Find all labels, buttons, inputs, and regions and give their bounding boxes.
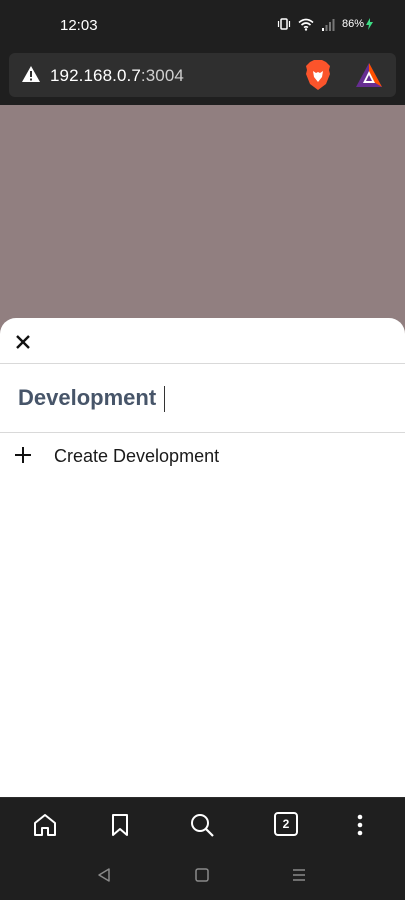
vibrate-icon [277, 17, 291, 31]
recents-lines-icon [293, 869, 305, 881]
browser-address-bar: 192.168.0.7:3004 [0, 50, 405, 105]
status-icons: 86% [277, 17, 373, 31]
close-icon [16, 335, 30, 349]
status-bar: 12:03 86% [0, 0, 405, 50]
url-text: 192.168.0.7:3004 [50, 66, 184, 86]
battery-indicator: 86% [342, 18, 373, 30]
home-icon [34, 814, 56, 836]
kebab-menu-icon [357, 814, 363, 836]
home-nav-button[interactable] [194, 867, 210, 888]
system-navigation-bar [0, 851, 405, 900]
search-icon [191, 814, 214, 837]
create-option[interactable]: Create Development [0, 436, 405, 476]
brave-rewards-icon[interactable] [355, 62, 383, 93]
close-button[interactable] [9, 328, 37, 356]
back-triangle-icon [98, 868, 110, 882]
command-bottom-sheet: Create Development [0, 318, 405, 797]
signal-icon [321, 18, 335, 31]
status-time: 12:03 [60, 17, 98, 34]
plus-icon [13, 445, 33, 470]
search-input[interactable] [18, 380, 388, 416]
bookmark-icon [112, 814, 128, 836]
charging-icon [366, 18, 373, 30]
url-host: 192.168.0.7 [50, 66, 141, 85]
browser-toolbar: 2 [0, 797, 405, 852]
wifi-icon [298, 18, 314, 31]
input-divider [0, 432, 405, 433]
url-field[interactable]: 192.168.0.7:3004 [9, 53, 396, 97]
back-nav-button[interactable] [96, 867, 112, 888]
battery-percent: 86% [341, 18, 364, 30]
url-port: :3004 [140, 66, 184, 85]
home-button[interactable] [32, 812, 58, 838]
home-square-icon [195, 868, 209, 882]
text-caret [164, 386, 165, 412]
header-divider [0, 363, 405, 364]
menu-button[interactable] [347, 812, 373, 838]
not-secure-warning-icon[interactable] [21, 65, 41, 88]
recents-nav-button[interactable] [291, 867, 307, 888]
brave-shields-icon[interactable] [305, 60, 331, 95]
search-button[interactable] [189, 812, 215, 838]
bookmark-button[interactable] [107, 812, 133, 838]
page-backdrop-overlay[interactable] [0, 105, 405, 335]
tab-switcher-button[interactable]: 2 [274, 812, 298, 836]
create-option-label: Create Development [54, 446, 220, 466]
